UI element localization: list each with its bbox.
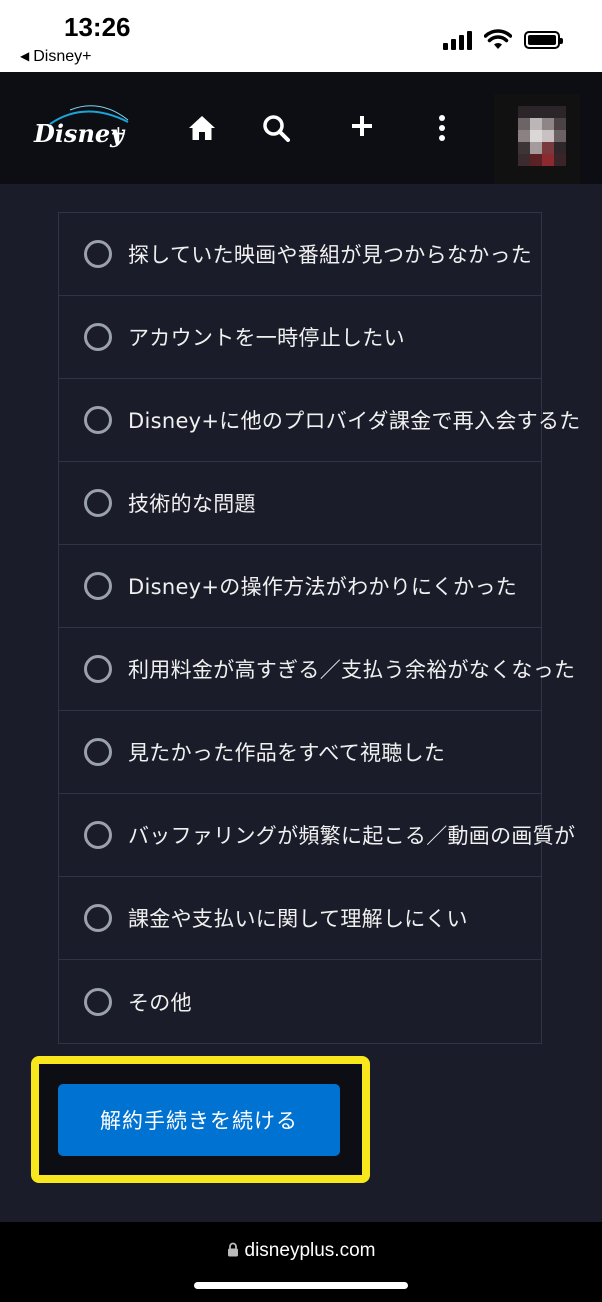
radio-button[interactable]	[84, 738, 112, 766]
more-vertical-icon[interactable]	[424, 110, 460, 146]
profile-avatar[interactable]	[494, 94, 580, 184]
radio-button[interactable]	[84, 904, 112, 932]
browser-bottom-bar: disneyplus.com	[0, 1222, 602, 1302]
home-indicator[interactable]	[194, 1282, 408, 1289]
radio-button[interactable]	[84, 987, 112, 1016]
reason-option[interactable]: 利用料金が高すぎる／支払う余裕がなくなった	[59, 628, 575, 711]
reason-option[interactable]: Disney+の操作方法がわかりにくかった	[59, 545, 541, 628]
lock-icon	[227, 1242, 238, 1257]
reason-label: 利用料金が高すぎる／支払う余裕がなくなった	[128, 658, 576, 682]
wifi-icon	[484, 29, 512, 49]
reason-label: 課金や支払いに関して理解しにくい	[128, 907, 468, 931]
home-icon[interactable]	[184, 110, 220, 146]
radio-button[interactable]	[84, 655, 112, 683]
reason-label: Disney+の操作方法がわかりにくかった	[128, 575, 518, 599]
reason-list: 探していた映画や番組が見つからなかった アカウントを一時停止したい Disney+に…	[58, 212, 580, 1044]
reason-option[interactable]: 探していた映画や番組が見つからなかった	[59, 213, 541, 296]
reason-label: 探していた映画や番組が見つからなかった	[128, 243, 533, 267]
radio-button[interactable]	[84, 406, 112, 434]
svg-text:+: +	[110, 121, 127, 145]
disney-plus-logo[interactable]: Disney +	[30, 98, 130, 158]
reason-option[interactable]: 技術的な問題	[59, 462, 541, 545]
radio-button[interactable]	[84, 240, 112, 268]
url-bar[interactable]: disneyplus.com	[0, 1240, 602, 1262]
reason-label: アカウントを一時停止したい	[128, 326, 405, 350]
reason-label: 技術的な問題	[128, 492, 256, 516]
reason-option[interactable]: 見たかった作品をすべて視聴した	[59, 711, 541, 794]
status-icons	[443, 28, 563, 52]
radio-button[interactable]	[84, 323, 112, 351]
plus-icon[interactable]	[344, 108, 380, 144]
search-icon[interactable]	[258, 110, 294, 146]
reason-option[interactable]: 課金や支払いに関して理解しにくい	[59, 877, 541, 960]
back-app-label: Disney+	[33, 48, 92, 65]
reason-label: 見たかった作品をすべて視聴した	[128, 741, 446, 765]
reason-option[interactable]: その他	[59, 960, 541, 1043]
radio-button[interactable]	[84, 821, 112, 849]
reason-label: その他	[128, 990, 192, 1015]
reason-label: バッファリングが頻繁に起こる／動画の画質が	[128, 824, 576, 848]
reason-option[interactable]: バッファリングが頻繁に起こる／動画の画質が	[59, 794, 575, 877]
status-time: 13:26	[64, 12, 131, 42]
screen: 13:26 ◀ Disney+ Disney + 探していた映画や番組が見つから…	[0, 0, 602, 1302]
reason-label: Disney+に他のプロバイダ課金で再入会するた	[128, 409, 581, 433]
cellular-signal-icon	[443, 30, 472, 50]
back-triangle-icon: ◀	[20, 49, 30, 63]
reason-option[interactable]: アカウントを一時停止したい	[59, 296, 541, 379]
url-text: disneyplus.com	[244, 1240, 376, 1261]
app-header: Disney +	[0, 72, 602, 184]
back-to-app-link[interactable]: ◀ Disney+	[20, 48, 91, 66]
radio-button[interactable]	[84, 489, 112, 517]
radio-button[interactable]	[84, 572, 112, 600]
continue-cancellation-button[interactable]: 解約手続きを続ける	[58, 1084, 340, 1156]
battery-icon	[524, 31, 563, 49]
status-bar: 13:26 ◀ Disney+	[0, 0, 602, 72]
reason-option[interactable]: Disney+に他のプロバイダ課金で再入会するた	[59, 379, 580, 462]
